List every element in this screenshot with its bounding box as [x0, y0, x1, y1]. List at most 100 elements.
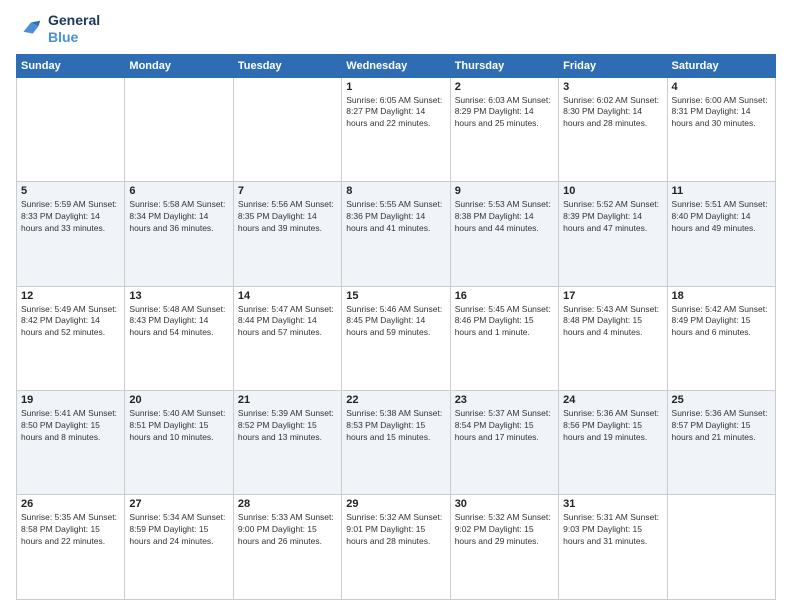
day-number: 5 [21, 185, 120, 197]
calendar-cell: 3 Sunrise: 6:02 AM Sunset: 8:30 PM Daylig… [559, 77, 667, 181]
calendar-header-row: SundayMondayTuesdayWednesdayThursdayFrid… [17, 54, 776, 77]
day-number: 23 [455, 394, 554, 406]
day-number: 27 [129, 498, 228, 510]
day-number: 7 [238, 185, 337, 197]
day-number: 15 [346, 290, 445, 302]
cell-info: Sunrise: 5:52 AM Sunset: 8:39 PM Dayligh… [563, 199, 662, 235]
cell-info: Sunrise: 6:05 AM Sunset: 8:27 PM Dayligh… [346, 95, 445, 131]
calendar-cell [233, 77, 341, 181]
calendar-cell: 31 Sunrise: 5:31 AM Sunset: 9:03 PM Dayli… [559, 495, 667, 600]
calendar-cell: 28 Sunrise: 5:33 AM Sunset: 9:00 PM Dayli… [233, 495, 341, 600]
calendar-cell: 29Sunrise: 5:32 AM Sunset: 9:01 PM Dayli… [342, 495, 450, 600]
calendar-cell: 24Sunrise: 5:36 AM Sunset: 8:56 PM Dayli… [559, 391, 667, 495]
day-number: 26 [21, 498, 120, 510]
calendar-cell: 21Sunrise: 5:39 AM Sunset: 8:52 PM Dayli… [233, 391, 341, 495]
calendar-cell: 8 Sunrise: 5:55 AM Sunset: 8:36 PM Daylig… [342, 182, 450, 286]
cell-info: Sunrise: 5:34 AM Sunset: 8:59 PM Dayligh… [129, 512, 228, 548]
weekday-header: Sunday [17, 54, 125, 77]
calendar-week-row: 26 Sunrise: 5:35 AM Sunset: 8:58 PM Dayli… [17, 495, 776, 600]
day-number: 25 [672, 394, 771, 406]
calendar-cell: 14Sunrise: 5:47 AM Sunset: 8:44 PM Dayli… [233, 286, 341, 390]
calendar-cell: 12 Sunrise: 5:49 AM Sunset: 8:42 PM Dayli… [17, 286, 125, 390]
calendar-cell [667, 495, 775, 600]
cell-info: Sunrise: 5:37 AM Sunset: 8:54 PM Dayligh… [455, 408, 554, 444]
day-number: 29 [346, 498, 445, 510]
day-number: 31 [563, 498, 662, 510]
day-number: 13 [129, 290, 228, 302]
calendar-week-row: 19Sunrise: 5:41 AM Sunset: 8:50 PM Dayli… [17, 391, 776, 495]
cell-info: Sunrise: 6:02 AM Sunset: 8:30 PM Dayligh… [563, 95, 662, 131]
calendar-cell: 10 Sunrise: 5:52 AM Sunset: 8:39 PM Dayli… [559, 182, 667, 286]
calendar-cell: 7 Sunrise: 5:56 AM Sunset: 8:35 PM Daylig… [233, 182, 341, 286]
day-number: 30 [455, 498, 554, 510]
day-number: 18 [672, 290, 771, 302]
day-number: 17 [563, 290, 662, 302]
day-number: 16 [455, 290, 554, 302]
calendar-cell: 22 Sunrise: 5:38 AM Sunset: 8:53 PM Dayli… [342, 391, 450, 495]
calendar-cell: 23 Sunrise: 5:37 AM Sunset: 8:54 PM Dayli… [450, 391, 558, 495]
cell-info: Sunrise: 5:33 AM Sunset: 9:00 PM Dayligh… [238, 512, 337, 548]
calendar-cell: 16 Sunrise: 5:45 AM Sunset: 8:46 PM Dayli… [450, 286, 558, 390]
calendar-cell: 17Sunrise: 5:43 AM Sunset: 8:48 PM Dayli… [559, 286, 667, 390]
day-number: 8 [346, 185, 445, 197]
cell-info: Sunrise: 5:35 AM Sunset: 8:58 PM Dayligh… [21, 512, 120, 548]
cell-info: Sunrise: 5:49 AM Sunset: 8:42 PM Dayligh… [21, 304, 120, 340]
cell-info: Sunrise: 5:48 AM Sunset: 8:43 PM Dayligh… [129, 304, 228, 340]
calendar: SundayMondayTuesdayWednesdayThursdayFrid… [16, 54, 776, 600]
day-number: 11 [672, 185, 771, 197]
calendar-cell: 2 Sunrise: 6:03 AM Sunset: 8:29 PM Daylig… [450, 77, 558, 181]
weekday-header: Friday [559, 54, 667, 77]
cell-info: Sunrise: 5:56 AM Sunset: 8:35 PM Dayligh… [238, 199, 337, 235]
calendar-cell: 1Sunrise: 6:05 AM Sunset: 8:27 PM Daylig… [342, 77, 450, 181]
cell-info: Sunrise: 5:38 AM Sunset: 8:53 PM Dayligh… [346, 408, 445, 444]
calendar-cell: 30 Sunrise: 5:32 AM Sunset: 9:02 PM Dayli… [450, 495, 558, 600]
cell-info: Sunrise: 5:36 AM Sunset: 8:57 PM Dayligh… [672, 408, 771, 444]
cell-info: Sunrise: 5:45 AM Sunset: 8:46 PM Dayligh… [455, 304, 554, 340]
calendar-cell: 26 Sunrise: 5:35 AM Sunset: 8:58 PM Dayli… [17, 495, 125, 600]
day-number: 22 [346, 394, 445, 406]
logo-icon [16, 15, 44, 43]
weekday-header: Saturday [667, 54, 775, 77]
weekday-header: Thursday [450, 54, 558, 77]
calendar-cell [125, 77, 233, 181]
weekday-header: Wednesday [342, 54, 450, 77]
calendar-cell: 5 Sunrise: 5:59 AM Sunset: 8:33 PM Daylig… [17, 182, 125, 286]
day-number: 20 [129, 394, 228, 406]
cell-info: Sunrise: 5:59 AM Sunset: 8:33 PM Dayligh… [21, 199, 120, 235]
calendar-cell: 20 Sunrise: 5:40 AM Sunset: 8:51 PM Dayli… [125, 391, 233, 495]
day-number: 14 [238, 290, 337, 302]
cell-info: Sunrise: 5:46 AM Sunset: 8:45 PM Dayligh… [346, 304, 445, 340]
calendar-cell: 19Sunrise: 5:41 AM Sunset: 8:50 PM Dayli… [17, 391, 125, 495]
page: General Blue SundayMondayTuesdayWednesda… [0, 0, 792, 612]
cell-info: Sunrise: 5:40 AM Sunset: 8:51 PM Dayligh… [129, 408, 228, 444]
calendar-week-row: 1Sunrise: 6:05 AM Sunset: 8:27 PM Daylig… [17, 77, 776, 181]
cell-info: Sunrise: 5:42 AM Sunset: 8:49 PM Dayligh… [672, 304, 771, 340]
day-number: 10 [563, 185, 662, 197]
day-number: 9 [455, 185, 554, 197]
cell-info: Sunrise: 5:58 AM Sunset: 8:34 PM Dayligh… [129, 199, 228, 235]
calendar-week-row: 5 Sunrise: 5:59 AM Sunset: 8:33 PM Daylig… [17, 182, 776, 286]
cell-info: Sunrise: 5:32 AM Sunset: 9:02 PM Dayligh… [455, 512, 554, 548]
calendar-cell: 27 Sunrise: 5:34 AM Sunset: 8:59 PM Dayli… [125, 495, 233, 600]
weekday-header: Tuesday [233, 54, 341, 77]
day-number: 24 [563, 394, 662, 406]
cell-info: Sunrise: 5:41 AM Sunset: 8:50 PM Dayligh… [21, 408, 120, 444]
cell-info: Sunrise: 5:53 AM Sunset: 8:38 PM Dayligh… [455, 199, 554, 235]
day-number: 2 [455, 81, 554, 93]
cell-info: Sunrise: 5:31 AM Sunset: 9:03 PM Dayligh… [563, 512, 662, 548]
weekday-header: Monday [125, 54, 233, 77]
calendar-cell: 11 Sunrise: 5:51 AM Sunset: 8:40 PM Dayli… [667, 182, 775, 286]
cell-info: Sunrise: 6:00 AM Sunset: 8:31 PM Dayligh… [672, 95, 771, 131]
cell-info: Sunrise: 5:55 AM Sunset: 8:36 PM Dayligh… [346, 199, 445, 235]
calendar-cell: 15 Sunrise: 5:46 AM Sunset: 8:45 PM Dayli… [342, 286, 450, 390]
calendar-cell: 25 Sunrise: 5:36 AM Sunset: 8:57 PM Dayli… [667, 391, 775, 495]
day-number: 4 [672, 81, 771, 93]
day-number: 28 [238, 498, 337, 510]
calendar-cell [17, 77, 125, 181]
cell-info: Sunrise: 5:51 AM Sunset: 8:40 PM Dayligh… [672, 199, 771, 235]
day-number: 3 [563, 81, 662, 93]
cell-info: Sunrise: 6:03 AM Sunset: 8:29 PM Dayligh… [455, 95, 554, 131]
day-number: 12 [21, 290, 120, 302]
calendar-week-row: 12 Sunrise: 5:49 AM Sunset: 8:42 PM Dayli… [17, 286, 776, 390]
logo: General Blue [16, 12, 100, 46]
